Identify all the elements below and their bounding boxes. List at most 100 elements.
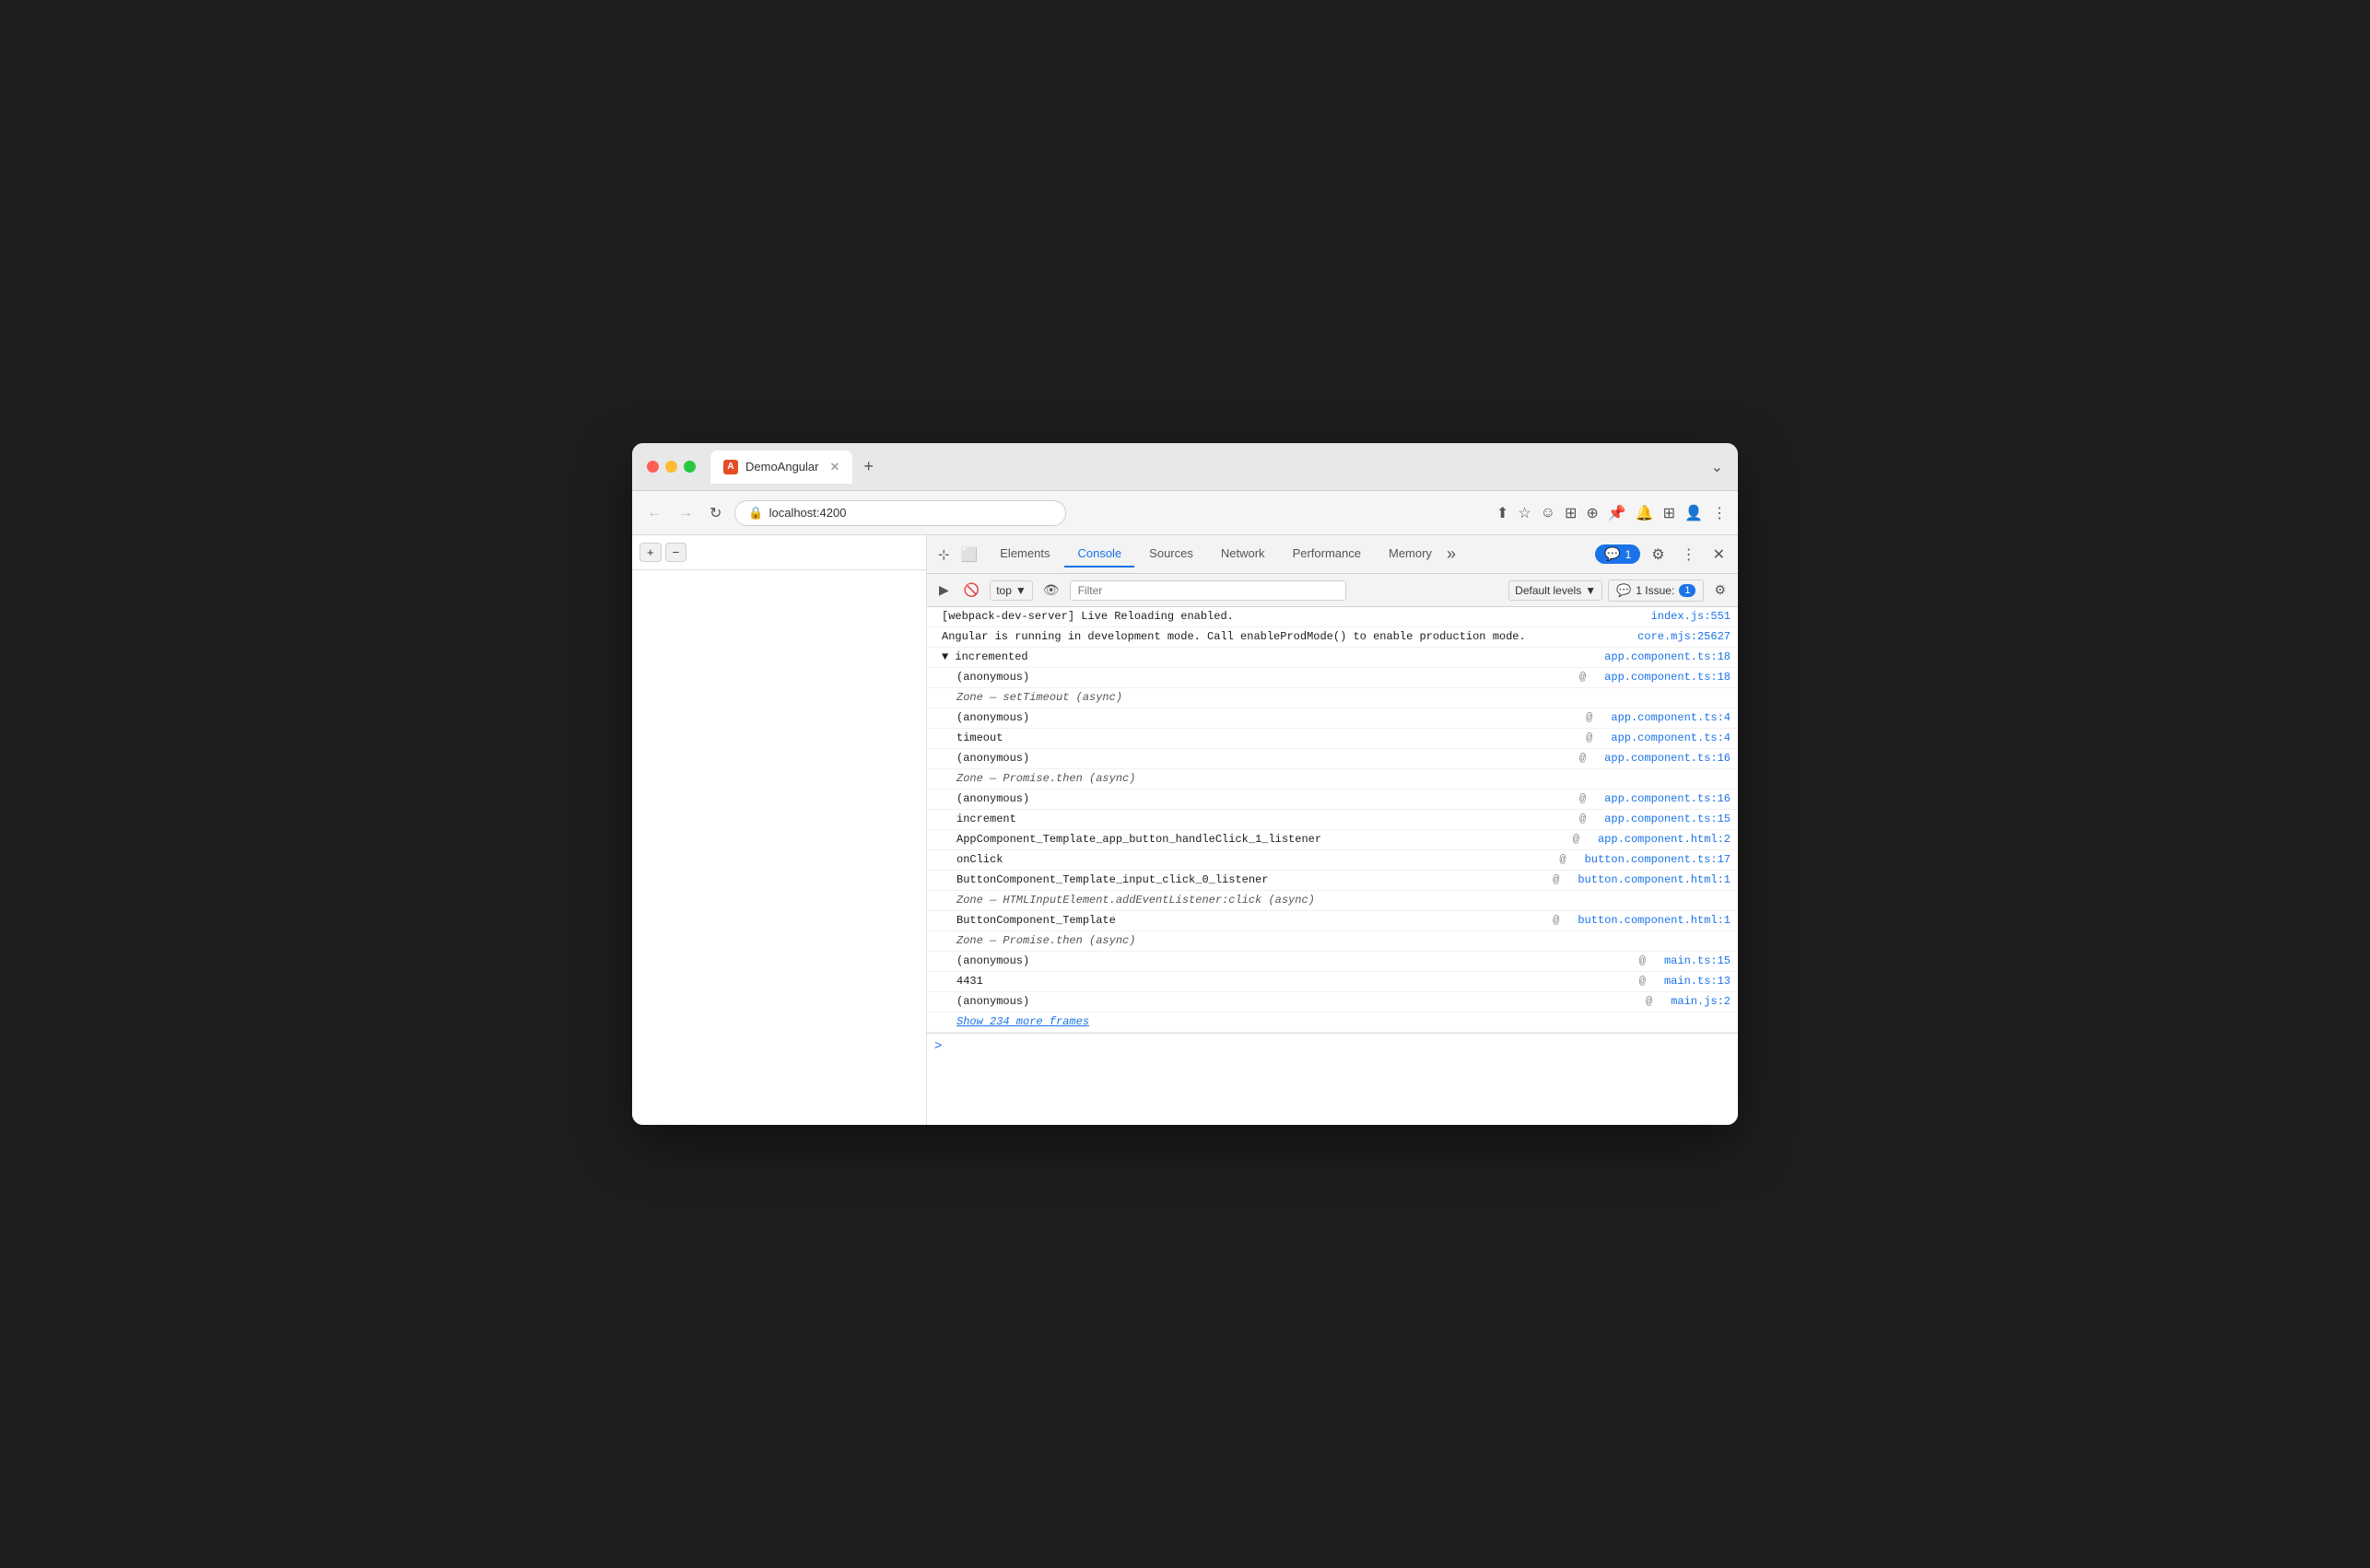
- back-button[interactable]: ←: [643, 501, 665, 525]
- console-message: timeout: [956, 731, 1567, 744]
- reload-button[interactable]: ↻: [706, 500, 725, 526]
- console-entry: ButtonComponent_Template @ button.compon…: [927, 911, 1738, 931]
- tab-network[interactable]: Network: [1208, 541, 1278, 568]
- console-at: @: [1621, 954, 1646, 967]
- console-source-link[interactable]: button.component.html:1: [1559, 914, 1731, 927]
- traffic-lights: [647, 461, 696, 473]
- forward-button[interactable]: →: [675, 501, 697, 525]
- tab-favicon: A: [723, 460, 738, 474]
- console-right: Default levels ▼ 💬 1 Issue: 1 ⚙: [1508, 579, 1731, 602]
- console-message: Zone — Promise.then (async): [956, 772, 1731, 785]
- console-toolbar: ▶ 🚫 top ▼ 👁 Default levels ▼ 💬 1 Issue:: [927, 574, 1738, 607]
- console-source-link[interactable]: app.component.ts:4: [1592, 711, 1731, 724]
- clear-console-icon[interactable]: 🚫: [959, 579, 984, 601]
- maximize-traffic-light[interactable]: [684, 461, 696, 473]
- browser-tab-demongular[interactable]: A DemoAngular ✕: [710, 451, 852, 484]
- console-message: ▼ incremented: [942, 650, 1586, 663]
- context-label: top: [996, 584, 1012, 597]
- tab-console[interactable]: Console: [1064, 541, 1134, 568]
- console-source-link[interactable]: button.component.html:1: [1559, 873, 1731, 886]
- issues-badge[interactable]: 💬 1 Issue: 1: [1608, 579, 1704, 602]
- console-entry: [webpack-dev-server] Live Reloading enab…: [927, 607, 1738, 627]
- browser-actions: ⬆ ☆ ☺ ⊞ ⊕ 📌 🔔 ⊞ 👤 ⋮: [1496, 504, 1727, 522]
- console-message: Zone — Promise.then (async): [956, 934, 1731, 947]
- console-source-link[interactable]: button.component.ts:17: [1566, 853, 1731, 866]
- console-source-link[interactable]: app.component.ts:18: [1586, 650, 1731, 663]
- console-at: @: [1561, 671, 1586, 684]
- page-area: + −: [632, 535, 927, 1125]
- console-source-link[interactable]: app.component.html:2: [1579, 833, 1731, 846]
- console-prompt: >: [927, 1033, 1738, 1059]
- address-input[interactable]: 🔒 localhost:4200: [734, 500, 1066, 526]
- tab-performance[interactable]: Performance: [1280, 541, 1374, 568]
- default-levels-button[interactable]: Default levels ▼: [1508, 580, 1602, 601]
- console-source-link[interactable]: app.component.ts:16: [1586, 752, 1731, 765]
- console-entry: Show 234 more frames: [927, 1012, 1738, 1033]
- console-source-link[interactable]: main.js:2: [1652, 995, 1731, 1008]
- new-tab-button[interactable]: +: [856, 457, 881, 476]
- devtools-more-options-icon[interactable]: ⋮: [1676, 542, 1702, 568]
- device-emulation-icon[interactable]: ⬜: [957, 543, 982, 567]
- console-source-link[interactable]: app.component.ts:4: [1592, 731, 1731, 744]
- console-entry: (anonymous) @ app.component.ts:4: [927, 708, 1738, 729]
- face-icon[interactable]: ☺: [1541, 505, 1555, 521]
- console-at: @: [1567, 711, 1592, 724]
- devtools-close-icon[interactable]: ✕: [1707, 542, 1731, 568]
- tab-memory[interactable]: Memory: [1376, 541, 1445, 568]
- console-source-link[interactable]: app.component.ts:16: [1586, 792, 1731, 805]
- console-entry: increment @ app.component.ts:15: [927, 810, 1738, 830]
- console-entry: (anonymous) @ main.ts:15: [927, 952, 1738, 972]
- notifications-badge[interactable]: 💬 1: [1595, 544, 1640, 564]
- console-settings-icon[interactable]: ⚙: [1709, 579, 1731, 601]
- console-source-link[interactable]: app.component.ts:18: [1586, 671, 1731, 684]
- extension2-icon[interactable]: ⊕: [1586, 504, 1598, 522]
- main-area: + − ⊹ ⬜ Elements Console Sources Network…: [632, 535, 1738, 1125]
- window-chevron[interactable]: ⌄: [1711, 458, 1723, 476]
- zoom-in-button[interactable]: +: [639, 543, 662, 562]
- tab-elements[interactable]: Elements: [987, 541, 1062, 568]
- zoom-out-button[interactable]: −: [665, 543, 687, 562]
- profile-icon[interactable]: 👤: [1684, 504, 1703, 522]
- console-content: [webpack-dev-server] Live Reloading enab…: [927, 607, 1738, 1125]
- console-entry: Zone — HTMLInputElement.addEventListener…: [927, 891, 1738, 911]
- console-entry: Zone — setTimeout (async): [927, 688, 1738, 708]
- devtools-settings-icon[interactable]: ⚙: [1646, 542, 1670, 568]
- grid-icon[interactable]: ⊞: [1663, 504, 1675, 522]
- inspect-element-icon[interactable]: ⊹: [934, 543, 954, 567]
- console-entry: Zone — Promise.then (async): [927, 769, 1738, 790]
- console-message: Zone — HTMLInputElement.addEventListener…: [956, 894, 1731, 907]
- tab-close-button[interactable]: ✕: [830, 460, 840, 474]
- console-message: [webpack-dev-server] Live Reloading enab…: [942, 610, 1633, 623]
- console-at: @: [1561, 813, 1586, 825]
- context-dropdown-arrow: ▼: [1015, 584, 1027, 597]
- console-message: ButtonComponent_Template_input_click_0_l…: [956, 873, 1534, 886]
- context-selector[interactable]: top ▼: [990, 580, 1033, 601]
- close-traffic-light[interactable]: [647, 461, 659, 473]
- console-source-link[interactable]: main.ts:15: [1646, 954, 1731, 967]
- console-filter-input[interactable]: [1070, 580, 1346, 601]
- show-more-frames-link[interactable]: Show 234 more frames: [956, 1015, 1089, 1028]
- bookmark-icon[interactable]: ☆: [1518, 504, 1531, 522]
- share-icon[interactable]: ⬆: [1496, 504, 1508, 522]
- more-devtools-tabs-button[interactable]: »: [1447, 544, 1456, 564]
- browser-window: A DemoAngular ✕ + ⌄ ← → ↻ 🔒 localhost:42…: [632, 443, 1738, 1125]
- console-source-link[interactable]: index.js:551: [1633, 610, 1731, 623]
- console-prompt-input[interactable]: [949, 1040, 1731, 1053]
- extension-icon[interactable]: ⊞: [1565, 504, 1577, 522]
- console-at: @: [1621, 975, 1646, 988]
- issues-count: 1: [1679, 584, 1695, 597]
- console-at: @: [1555, 833, 1579, 846]
- console-source-link[interactable]: main.ts:13: [1646, 975, 1731, 988]
- console-at: @: [1534, 914, 1559, 927]
- minimize-traffic-light[interactable]: [665, 461, 677, 473]
- prompt-arrow: >: [934, 1039, 942, 1054]
- tab-sources[interactable]: Sources: [1136, 541, 1206, 568]
- console-source-link[interactable]: core.mjs:25627: [1619, 630, 1731, 643]
- live-expressions-icon[interactable]: 👁: [1038, 579, 1064, 601]
- console-source-link[interactable]: app.component.ts:15: [1586, 813, 1731, 825]
- bell-icon[interactable]: 🔔: [1636, 504, 1654, 522]
- execute-icon[interactable]: ▶: [934, 579, 954, 601]
- console-at: @: [1534, 873, 1559, 886]
- pin-icon[interactable]: 📌: [1608, 504, 1626, 522]
- more-options-icon[interactable]: ⋮: [1712, 504, 1727, 522]
